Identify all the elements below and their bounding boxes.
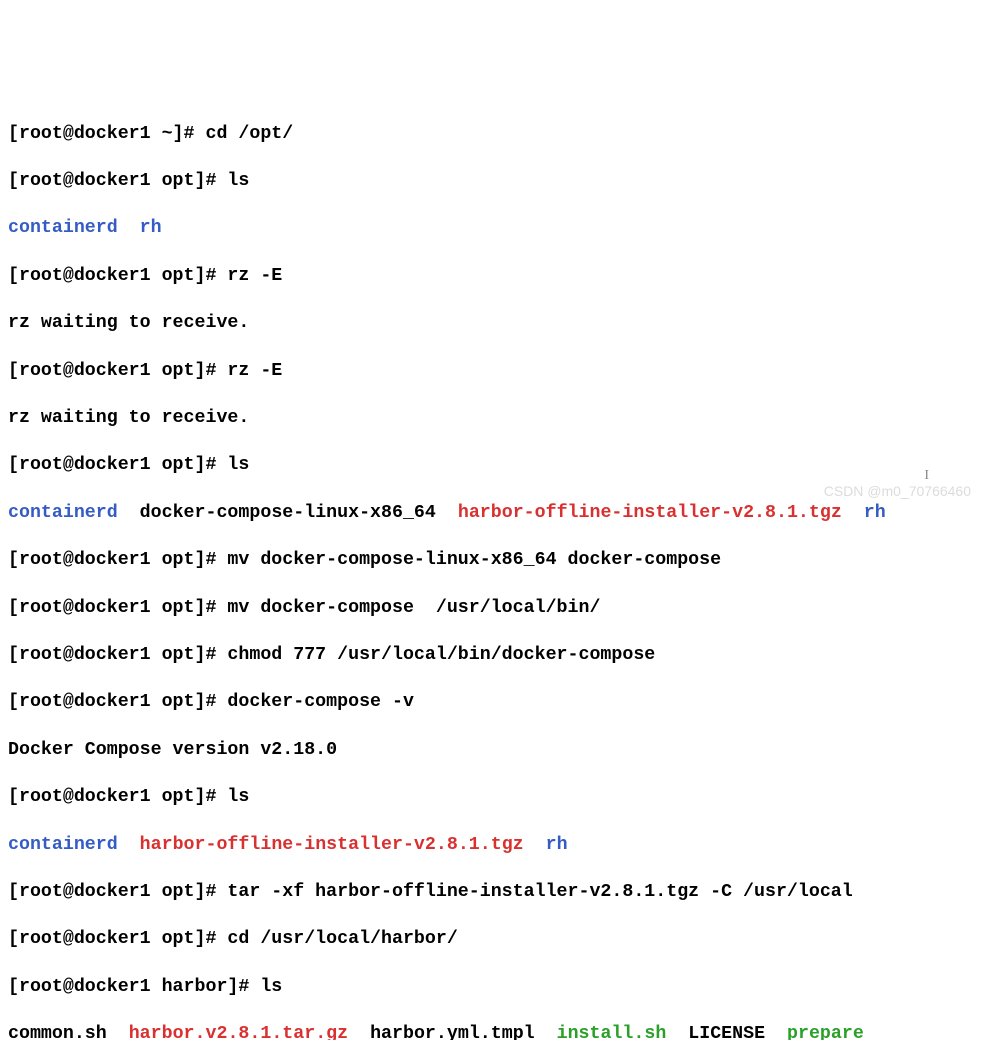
executable-entry: prepare bbox=[787, 1024, 864, 1040]
space bbox=[107, 1024, 129, 1040]
terminal-line: containerd harbor-offline-installer-v2.8… bbox=[8, 834, 981, 858]
command-text: chmod 777 /usr/local/bin/docker-compose bbox=[227, 645, 655, 665]
terminal-output[interactable]: [root@docker1 ~]# cd /opt/ [root@docker1… bbox=[8, 99, 981, 1040]
space bbox=[765, 1024, 787, 1040]
terminal-line: [root@docker1 opt]# ls bbox=[8, 170, 981, 194]
terminal-line: [root@docker1 opt]# ls bbox=[8, 454, 981, 478]
output-text: rz waiting to receive. bbox=[8, 408, 249, 428]
shell-prompt: [root@docker1 opt]# bbox=[8, 929, 227, 949]
shell-prompt: [root@docker1 opt]# bbox=[8, 550, 227, 570]
space bbox=[666, 1024, 688, 1040]
file-entry: LICENSE bbox=[688, 1024, 765, 1040]
space bbox=[524, 835, 546, 855]
shell-prompt: [root@docker1 opt]# bbox=[8, 598, 227, 618]
terminal-line: [root@docker1 opt]# ls bbox=[8, 786, 981, 810]
command-text: tar -xf harbor-offline-installer-v2.8.1.… bbox=[227, 882, 852, 902]
terminal-line: Docker Compose version v2.18.0 bbox=[8, 739, 981, 763]
archive-entry: harbor-offline-installer-v2.8.1.tgz bbox=[140, 835, 524, 855]
dir-entry: rh bbox=[546, 835, 568, 855]
dir-entry: rh bbox=[140, 218, 162, 238]
terminal-line: [root@docker1 ~]# cd /opt/ bbox=[8, 123, 981, 147]
command-text: rz -E bbox=[227, 361, 282, 381]
dir-entry: containerd bbox=[8, 218, 118, 238]
terminal-line: containerd docker-compose-linux-x86_64 h… bbox=[8, 502, 981, 526]
terminal-line: common.sh harbor.v2.8.1.tar.gz harbor.ym… bbox=[8, 1023, 981, 1040]
dir-entry: containerd bbox=[8, 835, 118, 855]
shell-prompt: [root@docker1 opt]# bbox=[8, 787, 227, 807]
output-text: Docker Compose version v2.18.0 bbox=[8, 740, 337, 760]
terminal-line: [root@docker1 opt]# mv docker-compose /u… bbox=[8, 597, 981, 621]
command-text: ls bbox=[260, 977, 282, 997]
space bbox=[348, 1024, 370, 1040]
file-entry: harbor.yml.tmpl bbox=[370, 1024, 535, 1040]
command-text: ls bbox=[227, 171, 249, 191]
terminal-line: rz waiting to receive. bbox=[8, 407, 981, 431]
shell-prompt: [root@docker1 opt]# bbox=[8, 361, 227, 381]
shell-prompt: [root@docker1 opt]# bbox=[8, 266, 227, 286]
command-text: cd /opt/ bbox=[205, 124, 293, 144]
command-text: cd /usr/local/harbor/ bbox=[227, 929, 457, 949]
shell-prompt: [root@docker1 ~]# bbox=[8, 124, 205, 144]
command-text: mv docker-compose-linux-x86_64 docker-co… bbox=[227, 550, 721, 570]
executable-entry: install.sh bbox=[557, 1024, 667, 1040]
command-text: mv docker-compose /usr/local/bin/ bbox=[227, 598, 600, 618]
terminal-line: rz waiting to receive. bbox=[8, 312, 981, 336]
terminal-line: [root@docker1 opt]# cd /usr/local/harbor… bbox=[8, 928, 981, 952]
shell-prompt: [root@docker1 opt]# bbox=[8, 171, 227, 191]
file-entry: common.sh bbox=[8, 1024, 107, 1040]
shell-prompt: [root@docker1 opt]# bbox=[8, 692, 227, 712]
terminal-line: [root@docker1 opt]# tar -xf harbor-offli… bbox=[8, 881, 981, 905]
space bbox=[118, 218, 140, 238]
command-text: ls bbox=[227, 787, 249, 807]
terminal-line: [root@docker1 opt]# mv docker-compose-li… bbox=[8, 549, 981, 573]
archive-entry: harbor.v2.8.1.tar.gz bbox=[129, 1024, 348, 1040]
command-text: docker-compose -v bbox=[227, 692, 414, 712]
terminal-line: [root@docker1 opt]# rz -E bbox=[8, 360, 981, 384]
shell-prompt: [root@docker1 opt]# bbox=[8, 882, 227, 902]
terminal-line: [root@docker1 opt]# docker-compose -v bbox=[8, 691, 981, 715]
shell-prompt: [root@docker1 harbor]# bbox=[8, 977, 260, 997]
shell-prompt: [root@docker1 opt]# bbox=[8, 455, 227, 475]
command-text: rz -E bbox=[227, 266, 282, 286]
space bbox=[535, 1024, 557, 1040]
terminal-line: [root@docker1 harbor]# ls bbox=[8, 976, 981, 1000]
terminal-line: [root@docker1 opt]# chmod 777 /usr/local… bbox=[8, 644, 981, 668]
shell-prompt: [root@docker1 opt]# bbox=[8, 645, 227, 665]
command-text: ls bbox=[227, 455, 249, 475]
terminal-line: containerd rh bbox=[8, 217, 981, 241]
space bbox=[118, 835, 140, 855]
terminal-line: [root@docker1 opt]# rz -E bbox=[8, 265, 981, 289]
output-text: rz waiting to receive. bbox=[8, 313, 249, 333]
